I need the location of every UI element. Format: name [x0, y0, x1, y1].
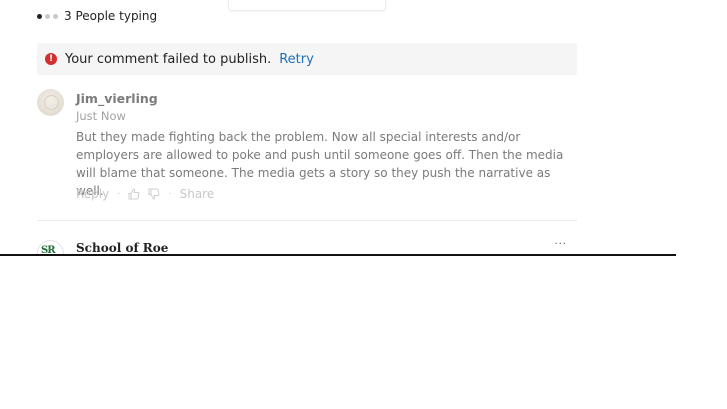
thumbs-up-icon[interactable] [128, 188, 140, 200]
avatar[interactable] [37, 89, 64, 116]
typing-dot [45, 13, 50, 19]
error-message: Your comment failed to publish. [65, 51, 272, 67]
error-banner: ! Your comment failed to publish. Retry [37, 43, 577, 75]
popup-edge [228, 0, 386, 11]
separator: · [117, 188, 121, 200]
separator: · [168, 188, 172, 200]
comment-divider [37, 220, 577, 221]
comment-actions: Reply · · Share [76, 187, 214, 201]
comments-page: 3 People typing ! Your comment failed to… [0, 0, 727, 409]
typing-text: 3 People typing [64, 9, 158, 23]
avatar[interactable]: SR [37, 240, 64, 255]
typing-dot [53, 13, 58, 19]
typing-dot [37, 13, 42, 19]
more-options-button[interactable]: ··· [554, 239, 567, 250]
comment-timestamp: Just Now [76, 109, 126, 123]
retry-link[interactable]: Retry [279, 52, 314, 67]
exclamation-icon: ! [45, 53, 57, 65]
typing-dots-icon [37, 13, 58, 19]
comment-username[interactable]: Jim_vierling [76, 91, 158, 106]
typing-indicator: 3 People typing [37, 9, 157, 23]
avatar-image [44, 95, 59, 110]
divider-line [0, 254, 676, 256]
reply-button[interactable]: Reply [76, 187, 109, 201]
comment: SR School of Roe ··· [37, 237, 577, 255]
share-button[interactable]: Share [180, 187, 215, 201]
comment-username[interactable]: School of Roe [76, 241, 168, 255]
thumbs-down-icon[interactable] [148, 188, 160, 200]
